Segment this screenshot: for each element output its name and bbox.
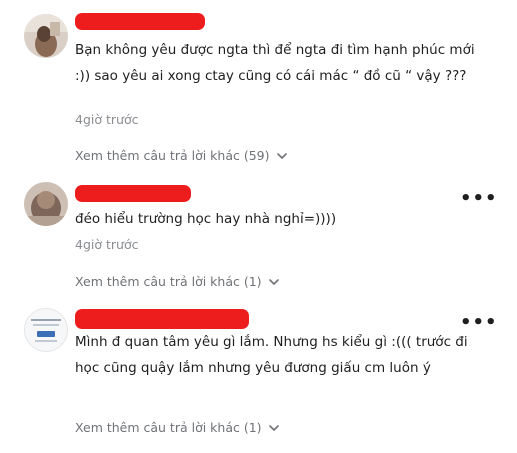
- more-replies-button[interactable]: Xem thêm câu trả lời khác (1): [75, 274, 280, 289]
- chevron-down-icon: [268, 278, 279, 285]
- comment-time: 4giờ trước: [75, 112, 139, 127]
- comment-thread: Bạn không yêu được ngta thì để ngta đi t…: [0, 0, 517, 453]
- more-replies-label: Xem thêm câu trả lời khác (1): [75, 420, 262, 435]
- avatar[interactable]: [24, 182, 68, 226]
- avatar-photo: [24, 182, 68, 226]
- comment-time: 4giờ trước: [75, 237, 139, 252]
- comment-item: Bạn không yêu được ngta thì để ngta đi t…: [0, 0, 517, 165]
- avatar[interactable]: [24, 14, 68, 58]
- comment-text: đéo hiểu trường học hay nhà nghỉ=)))): [75, 211, 337, 227]
- chevron-down-icon: [276, 152, 287, 159]
- chevron-down-icon: [268, 424, 279, 431]
- author-name-redacted: [75, 309, 249, 329]
- comment-text: Mình đ quan tâm yêu gì lắm. Nhưng hs kiể…: [75, 334, 472, 376]
- avatar[interactable]: [24, 308, 68, 352]
- comment-item: ••• đéo hiểu trường học hay nhà nghỉ=)))…: [0, 172, 517, 292]
- author-name-redacted: [75, 13, 205, 30]
- more-replies-label: Xem thêm câu trả lời khác (1): [75, 274, 262, 289]
- more-replies-button[interactable]: Xem thêm câu trả lời khác (1): [75, 420, 280, 435]
- avatar-photo: [24, 14, 68, 58]
- author-name-redacted: [75, 185, 191, 202]
- comment-item: ••• Mình đ quan tâm yêu gì lắm. Nhưng hs…: [0, 300, 517, 453]
- more-replies-label: Xem thêm câu trả lời khác (59): [75, 148, 270, 163]
- more-replies-button[interactable]: Xem thêm câu trả lời khác (59): [75, 148, 288, 163]
- avatar-photo: [25, 309, 67, 351]
- comment-text: Bạn không yêu được ngta thì để ngta đi t…: [75, 42, 479, 84]
